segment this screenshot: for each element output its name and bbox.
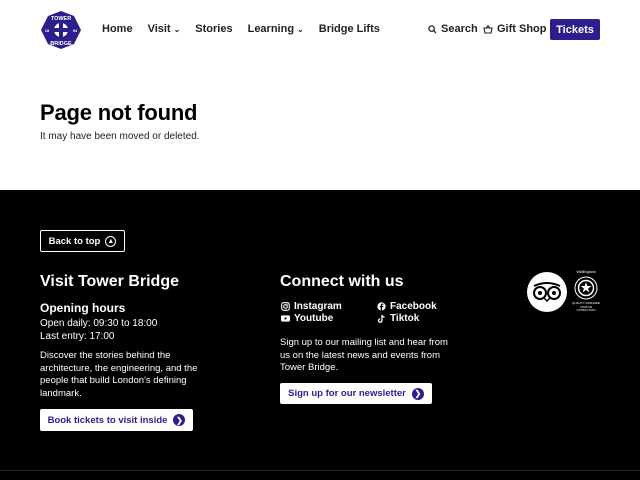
visit-england-caption: QUALITY ASSURED VISITOR ATTRACTION [572, 301, 600, 313]
tiktok-label: Tiktok [390, 313, 420, 324]
search-button[interactable]: Search [428, 23, 478, 35]
back-to-top-label: Back to top [48, 235, 101, 247]
search-label: Search [441, 23, 478, 35]
tripadvisor-logo[interactable] [527, 272, 567, 312]
hours-line: Last entry: 17:00 [40, 331, 115, 342]
facebook-icon [376, 302, 386, 312]
basket-icon [483, 24, 493, 34]
connect-title: Connect with us [280, 273, 404, 290]
nav-item-stories[interactable]: Stories [195, 23, 232, 35]
gift-shop-label: Gift Shop [497, 23, 547, 35]
logo-text-bottom: BRIDGE [50, 41, 72, 47]
book-tickets-label: Book tickets to visit inside [47, 414, 168, 426]
page-subtitle: It may have been moved or deleted. [40, 131, 200, 142]
tickets-label: Tickets [556, 23, 594, 36]
book-tickets-button[interactable]: Book tickets to visit inside ❯ [40, 409, 193, 431]
tower-bridge-logo[interactable]: TOWER BRIDGE 18 94 [40, 10, 82, 50]
hours-line: Open daily: 09:30 to 18:00 [40, 318, 158, 329]
instagram-link[interactable]: Instagram [280, 301, 342, 312]
logo-text-top: TOWER [51, 16, 71, 22]
tiktok-link[interactable]: Tiktok [376, 313, 419, 324]
arrow-right-icon: ❯ [411, 387, 424, 400]
nav-item-home[interactable]: Home [102, 23, 133, 35]
arrow-up-icon: ▲ [105, 235, 117, 247]
arrow-right-icon: ❯ [173, 414, 186, 426]
back-to-top-button[interactable]: Back to top ▲ [40, 230, 125, 252]
youtube-icon [280, 314, 290, 324]
site-footer: Back to top ▲ Visit Tower Bridge Opening… [0, 190, 640, 480]
youtube-link[interactable]: Youtube [280, 313, 333, 324]
nav-item-label: Learning [247, 23, 295, 35]
chevron-down-icon: ⌄ [173, 24, 181, 34]
tiktok-icon [376, 314, 386, 324]
opening-hours-title: Opening hours [40, 301, 126, 315]
nav-item-bridge-lifts[interactable]: Bridge Lifts [319, 23, 380, 35]
nav-item-label: Bridge Lifts [318, 23, 380, 35]
facebook-link[interactable]: Facebook [376, 301, 437, 312]
youtube-label: Youtube [294, 313, 334, 324]
nav-item-learning[interactable]: Learning ⌄ [248, 23, 304, 35]
newsletter-signup-button[interactable]: Sign up for our newsletter ❯ [280, 383, 432, 404]
signup-text: Sign up to our mailing list and hear fro… [280, 337, 448, 373]
gift-shop-link[interactable]: Gift Shop [483, 23, 547, 35]
nav-item-visit[interactable]: Visit ⌄ [148, 23, 181, 35]
site-header: TOWER BRIDGE 18 94 Home Visit ⌄ Stories L… [0, 0, 640, 60]
tickets-button[interactable]: Tickets [550, 19, 600, 40]
quality-assured-icon [574, 276, 598, 300]
instagram-icon [280, 302, 290, 312]
page-title: Page not found [40, 100, 198, 125]
footer-divider [0, 470, 640, 471]
nav-item-label: Home [102, 23, 133, 35]
chevron-down-icon: ⌄ [297, 24, 304, 34]
logo-year-right: 94 [73, 28, 78, 33]
nav-item-label: Stories [195, 23, 233, 35]
instagram-label: Instagram [294, 301, 342, 312]
search-icon [428, 24, 437, 34]
facebook-label: Facebook [390, 301, 437, 312]
main-nav: Home Visit ⌄ Stories Learning ⌄ Bridge Lif… [102, 23, 395, 35]
visit-england-title: VisitEngland [576, 270, 596, 274]
newsletter-label: Sign up for our newsletter [288, 388, 406, 399]
discover-text: Discover the stories behind the architec… [40, 350, 198, 399]
visit-england-badge: VisitEngland QUALITY ASSURED VISITOR ATT… [572, 270, 600, 316]
nav-item-label: Visit [147, 23, 171, 35]
logo-year-left: 18 [45, 28, 50, 33]
visit-title: Visit Tower Bridge [40, 273, 179, 290]
